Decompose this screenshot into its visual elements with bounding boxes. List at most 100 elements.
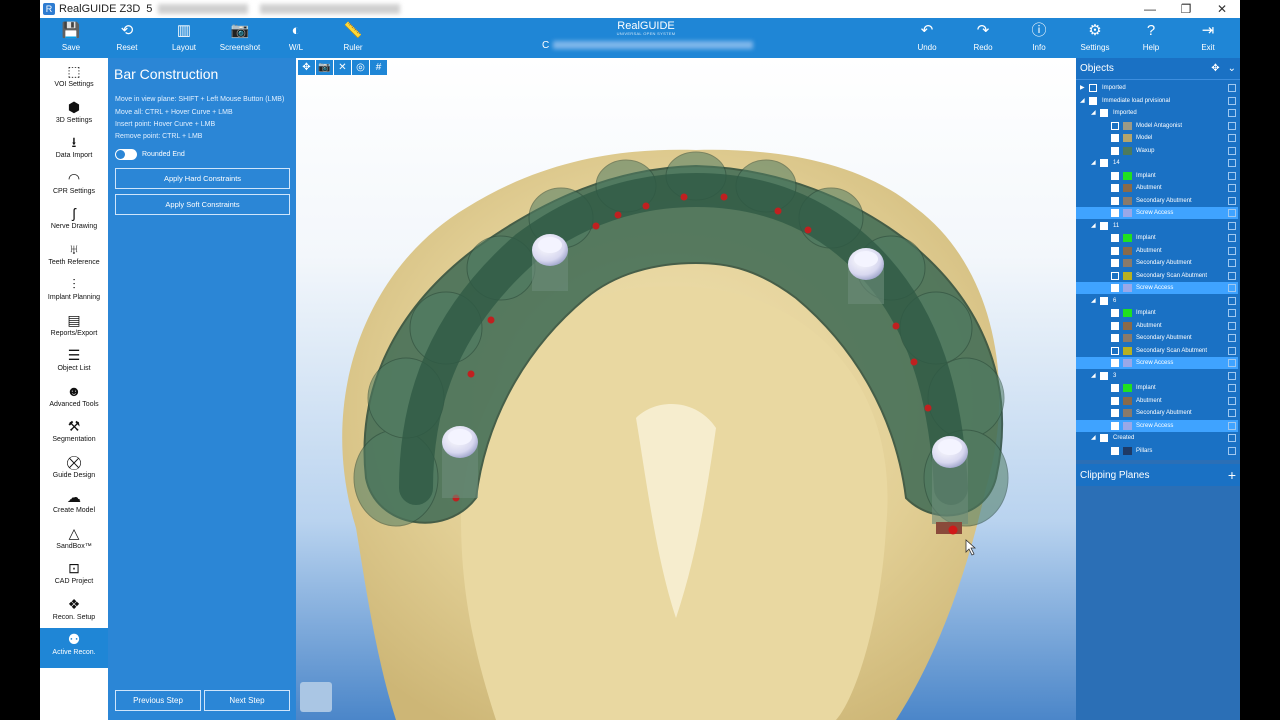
tree-row[interactable]: Waxup	[1076, 145, 1238, 157]
tree-row[interactable]: Secondary Abutment	[1076, 332, 1238, 344]
collapse-arrow-icon[interactable]: ◢	[1091, 295, 1096, 307]
row-menu-icon[interactable]	[1228, 159, 1236, 167]
tree-row[interactable]: Implant	[1076, 232, 1238, 244]
tree-row[interactable]: Secondary Abutment	[1076, 407, 1238, 419]
tree-row[interactable]: ◢ Created	[1076, 432, 1238, 444]
tree-row[interactable]: ◢ 11	[1076, 220, 1238, 232]
tree-row[interactable]: ▶ Imported	[1076, 82, 1238, 94]
visibility-checkbox[interactable]	[1111, 184, 1119, 192]
window-level-button[interactable]: ◐ W/L	[268, 18, 324, 58]
color-swatch[interactable]	[1123, 384, 1132, 392]
save-button[interactable]: 💾 Save	[43, 18, 99, 58]
visibility-checkbox[interactable]	[1100, 221, 1108, 230]
row-menu-icon[interactable]	[1228, 309, 1236, 317]
tree-row[interactable]: ◢ 6	[1076, 295, 1238, 307]
collapse-arrow-icon[interactable]: ◢	[1080, 95, 1085, 107]
sidebar-item-reports-export[interactable]: ▤ Reports/Export	[40, 309, 108, 345]
apply-soft-constraints-button[interactable]: Apply Soft Constraints	[115, 194, 290, 215]
visibility-checkbox[interactable]	[1111, 234, 1119, 242]
sidebar-item-cad-project[interactable]: ⊡ CAD Project	[40, 557, 108, 593]
row-menu-icon[interactable]	[1228, 171, 1236, 180]
visibility-checkbox[interactable]	[1111, 246, 1119, 255]
row-menu-icon[interactable]	[1228, 296, 1236, 305]
visibility-checkbox[interactable]	[1111, 359, 1119, 367]
visibility-checkbox[interactable]	[1111, 346, 1119, 355]
sidebar-item-3d-settings[interactable]: ⬢ 3D Settings	[40, 96, 108, 132]
tree-row[interactable]: Secondary Abutment	[1076, 195, 1238, 207]
color-swatch[interactable]	[1123, 121, 1132, 130]
color-swatch[interactable]	[1123, 321, 1132, 330]
tree-row[interactable]: Implant	[1076, 382, 1238, 394]
row-menu-icon[interactable]	[1228, 146, 1236, 155]
settings-button[interactable]: ⚙ Settings	[1067, 18, 1123, 58]
collapse-arrow-icon[interactable]: ◢	[1091, 107, 1096, 119]
visibility-checkbox[interactable]	[1111, 321, 1119, 330]
collapse-arrow-icon[interactable]: ◢	[1091, 370, 1096, 382]
color-swatch[interactable]	[1123, 421, 1132, 430]
row-menu-icon[interactable]	[1228, 396, 1236, 405]
tree-row[interactable]: Abutment	[1076, 245, 1238, 257]
color-swatch[interactable]	[1123, 346, 1132, 355]
collapse-arrow-icon[interactable]: ◢	[1091, 220, 1096, 232]
close-icon[interactable]: ✕	[334, 60, 351, 75]
expand-arrow-icon[interactable]: ▶	[1080, 82, 1085, 94]
tree-row[interactable]: Implant	[1076, 170, 1238, 182]
reset-button[interactable]: ⟲ Reset	[99, 18, 155, 58]
close-button[interactable]: ✕	[1204, 0, 1240, 18]
tree-row[interactable]: ◢ 3	[1076, 370, 1238, 382]
row-menu-icon[interactable]	[1228, 134, 1236, 142]
tree-row[interactable]: Abutment	[1076, 182, 1238, 194]
redo-button[interactable]: ↷ Redo	[955, 18, 1011, 58]
visibility-checkbox[interactable]	[1111, 396, 1119, 405]
tree-row[interactable]: Screw Access	[1076, 357, 1238, 369]
sidebar-item-nerve-drawing[interactable]: ʃ Nerve Drawing	[40, 202, 108, 238]
row-menu-icon[interactable]	[1228, 409, 1236, 417]
row-menu-icon[interactable]	[1228, 434, 1236, 442]
move-icon[interactable]: ✥	[1211, 63, 1219, 74]
row-menu-icon[interactable]	[1228, 334, 1236, 342]
clipping-planes-header[interactable]: Clipping Planes +	[1076, 464, 1240, 486]
add-icon[interactable]: +	[1228, 467, 1236, 483]
row-menu-icon[interactable]	[1228, 446, 1236, 455]
color-swatch[interactable]	[1123, 209, 1132, 217]
visibility-checkbox[interactable]	[1111, 271, 1119, 280]
row-menu-icon[interactable]	[1228, 209, 1236, 217]
row-menu-icon[interactable]	[1228, 371, 1236, 380]
tree-row[interactable]: Implant	[1076, 307, 1238, 319]
previous-step-button[interactable]: Previous Step	[115, 690, 201, 711]
tree-row[interactable]: Screw Access	[1076, 419, 1238, 432]
visibility-checkbox[interactable]	[1111, 446, 1119, 455]
color-swatch[interactable]	[1123, 396, 1132, 405]
tree-row[interactable]: ◢ 14	[1076, 157, 1238, 169]
color-swatch[interactable]	[1123, 246, 1132, 255]
visibility-checkbox[interactable]	[1100, 371, 1108, 380]
minimize-button[interactable]: —	[1132, 0, 1168, 18]
color-swatch[interactable]	[1123, 259, 1132, 267]
sidebar-item-active-recon[interactable]: ⚉ Active Recon.	[40, 628, 108, 668]
sidebar-item-segmentation[interactable]: ⚒ Segmentation	[40, 415, 108, 451]
next-step-button[interactable]: Next Step	[204, 690, 290, 711]
color-swatch[interactable]	[1123, 446, 1132, 455]
camera-icon[interactable]: 📷	[316, 60, 333, 75]
visibility-checkbox[interactable]	[1111, 421, 1119, 430]
screenshot-button[interactable]: 📷 Screenshot	[212, 18, 268, 58]
color-swatch[interactable]	[1123, 134, 1132, 142]
visibility-checkbox[interactable]	[1111, 259, 1119, 267]
sidebar-item-guide-design[interactable]: ⛒ Guide Design	[40, 451, 108, 487]
visibility-checkbox[interactable]	[1111, 196, 1119, 205]
row-menu-icon[interactable]	[1228, 271, 1236, 280]
sidebar-item-recon-setup[interactable]: ❖ Recon. Setup	[40, 593, 108, 629]
visibility-checkbox[interactable]	[1111, 121, 1119, 130]
sidebar-item-advanced-tools[interactable]: ☻ Advanced Tools	[40, 380, 108, 416]
row-menu-icon[interactable]	[1228, 346, 1236, 355]
tree-row[interactable]: Pillars	[1076, 445, 1238, 457]
target-icon[interactable]: ◎	[352, 60, 369, 75]
collapse-arrow-icon[interactable]: ◢	[1091, 432, 1096, 444]
tree-row[interactable]: Model Antagonist	[1076, 120, 1238, 132]
visibility-checkbox[interactable]	[1089, 84, 1097, 92]
color-swatch[interactable]	[1123, 171, 1132, 180]
sidebar-item-implant-planning[interactable]: ⫶ Implant Planning	[40, 273, 108, 309]
visibility-checkbox[interactable]	[1100, 434, 1108, 442]
exit-button[interactable]: ⇥ Exit	[1180, 18, 1236, 58]
color-swatch[interactable]	[1123, 271, 1132, 280]
